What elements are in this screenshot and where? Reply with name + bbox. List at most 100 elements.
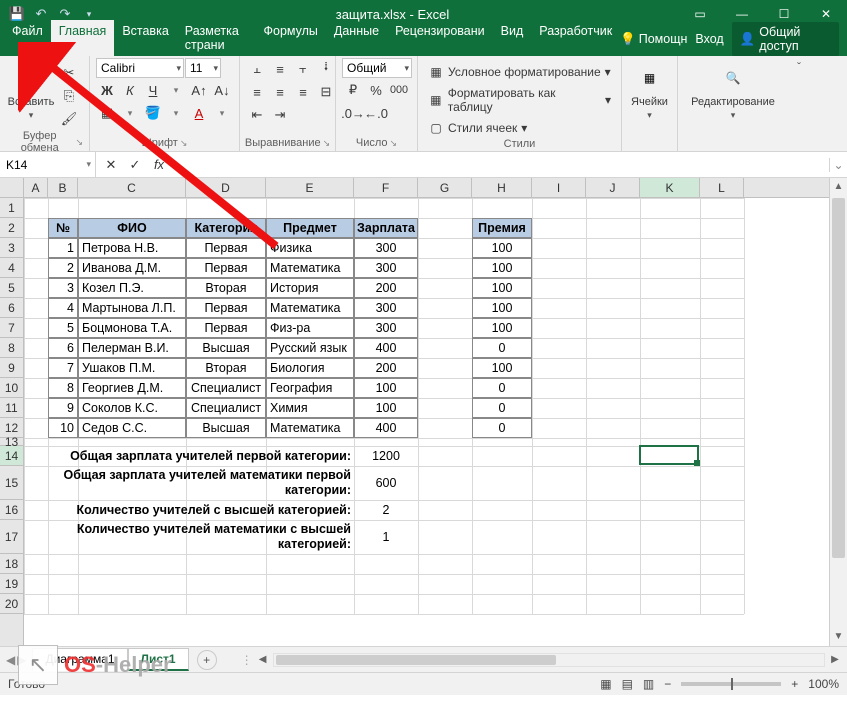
row-header-4[interactable]: 4 (0, 258, 23, 278)
align-middle-icon[interactable]: ≡ (269, 58, 291, 80)
cell-F3[interactable]: 300 (354, 238, 418, 258)
normal-view-icon[interactable]: ▦ (600, 677, 611, 691)
bold-icon[interactable]: Ж (96, 79, 118, 101)
cell-B12[interactable]: 10 (48, 418, 78, 438)
row-header-10[interactable]: 10 (0, 378, 23, 398)
tab-разработчик[interactable]: Разработчик (531, 20, 620, 56)
col-header-D[interactable]: D (186, 178, 266, 197)
cell-B11[interactable]: 9 (48, 398, 78, 418)
cell-B9[interactable]: 7 (48, 358, 78, 378)
cell-B6[interactable]: 4 (48, 298, 78, 318)
col-header-F[interactable]: F (354, 178, 418, 197)
cell-E4[interactable]: Математика (266, 258, 354, 278)
cell-C7[interactable]: Боцмонова Т.А. (78, 318, 186, 338)
row-header-1[interactable]: 1 (0, 198, 23, 218)
col-header-I[interactable]: I (532, 178, 586, 197)
cell-B7[interactable]: 5 (48, 318, 78, 338)
cell-B2[interactable]: № (48, 218, 78, 238)
cell-H4[interactable]: 100 (472, 258, 532, 278)
row-header-8[interactable]: 8 (0, 338, 23, 358)
cell-D11[interactable]: Специалист (186, 398, 266, 418)
cell-B4[interactable]: 2 (48, 258, 78, 278)
format-as-table-button[interactable]: ▦Форматировать как таблицу ▾ (424, 84, 615, 116)
vscroll-thumb[interactable] (832, 198, 845, 558)
cell-C4[interactable]: Иванова Д.М. (78, 258, 186, 278)
col-header-B[interactable]: B (48, 178, 78, 197)
cell-B10[interactable]: 8 (48, 378, 78, 398)
zoom-level[interactable]: 100% (808, 677, 839, 691)
col-header-A[interactable]: A (24, 178, 48, 197)
cell-D5[interactable]: Вторая (186, 278, 266, 298)
row-header-11[interactable]: 11 (0, 398, 23, 418)
page-layout-icon[interactable]: ▤ (622, 677, 633, 691)
italic-icon[interactable]: К (119, 79, 141, 101)
col-header-C[interactable]: C (78, 178, 186, 197)
row-header-9[interactable]: 9 (0, 358, 23, 378)
summary-label-17[interactable]: Количество учителей математики с высшей … (48, 520, 354, 554)
percent-icon[interactable]: % (365, 79, 387, 101)
align-top-icon[interactable]: ⫠ (246, 58, 268, 80)
cell-E3[interactable]: Физика (266, 238, 354, 258)
format-painter-icon[interactable]: 🖌 (58, 108, 80, 130)
fx-icon[interactable]: fx (148, 154, 170, 176)
row-header-13[interactable]: 13 (0, 438, 23, 446)
cell-C12[interactable]: Седов С.С. (78, 418, 186, 438)
align-bottom-icon[interactable]: ⫟ (292, 58, 314, 80)
cell-E7[interactable]: Физ-ра (266, 318, 354, 338)
increase-decimal-icon[interactable]: .0→ (342, 102, 364, 124)
cell-F8[interactable]: 400 (354, 338, 418, 358)
cell-B8[interactable]: 6 (48, 338, 78, 358)
cell-H12[interactable]: 0 (472, 418, 532, 438)
tab-вставка[interactable]: Вставка (114, 20, 176, 56)
comma-icon[interactable]: 000 (388, 79, 410, 101)
page-break-icon[interactable]: ▥ (643, 677, 654, 691)
wrap-merge-icon[interactable]: ⊟ (315, 81, 337, 103)
editing-button[interactable]: 🔍Редактирование▾ (684, 58, 782, 121)
decrease-font-icon[interactable]: A↓ (211, 79, 233, 101)
col-header-L[interactable]: L (700, 178, 744, 197)
col-header-J[interactable]: J (586, 178, 640, 197)
zoom-in-icon[interactable]: + (791, 677, 798, 691)
increase-font-icon[interactable]: A↑ (188, 79, 210, 101)
cell-F9[interactable]: 200 (354, 358, 418, 378)
col-header-H[interactable]: H (472, 178, 532, 197)
fill-color-icon[interactable]: 🪣 (142, 102, 164, 124)
sign-in[interactable]: Вход (695, 32, 723, 46)
cell-D7[interactable]: Первая (186, 318, 266, 338)
tab-формулы[interactable]: Формулы (255, 20, 325, 56)
cell-H7[interactable]: 100 (472, 318, 532, 338)
row-header-14[interactable]: 14 (0, 446, 23, 466)
cell-F7[interactable]: 300 (354, 318, 418, 338)
horizontal-scrollbar[interactable]: ⋮ ◀ ▶ (237, 653, 847, 667)
cell-F10[interactable]: 100 (354, 378, 418, 398)
summary-label-14[interactable]: Общая зарплата учителей первой категории… (48, 446, 354, 466)
col-header-G[interactable]: G (418, 178, 472, 197)
cell-F4[interactable]: 300 (354, 258, 418, 278)
align-center-icon[interactable]: ≡ (269, 81, 291, 103)
cell-E9[interactable]: Биология (266, 358, 354, 378)
cell-B3[interactable]: 1 (48, 238, 78, 258)
tab-файл[interactable]: Файл (4, 20, 51, 56)
decrease-decimal-icon[interactable]: ←.0 (365, 102, 387, 124)
row-header-6[interactable]: 6 (0, 298, 23, 318)
tab-данные[interactable]: Данные (326, 20, 387, 56)
cell-H11[interactable]: 0 (472, 398, 532, 418)
cell-E10[interactable]: География (266, 378, 354, 398)
worksheet-grid[interactable]: ABCDEFGHIJKL 123456789101112131415161718… (0, 178, 847, 646)
cell-D3[interactable]: Первая (186, 238, 266, 258)
zoom-slider[interactable] (681, 682, 781, 686)
row-header-18[interactable]: 18 (0, 554, 23, 574)
row-header-3[interactable]: 3 (0, 238, 23, 258)
font-color-icon[interactable]: А (188, 102, 210, 124)
zoom-out-icon[interactable]: − (664, 677, 671, 691)
hscroll-thumb[interactable] (276, 655, 556, 665)
font-size-select[interactable]: 11 (185, 58, 221, 78)
decrease-indent-icon[interactable]: ⇤ (246, 104, 268, 126)
cell-H5[interactable]: 100 (472, 278, 532, 298)
scroll-left-icon[interactable]: ◀ (255, 654, 271, 665)
collapse-ribbon-icon[interactable]: ˇ (788, 56, 810, 151)
cell-H10[interactable]: 0 (472, 378, 532, 398)
cell-D6[interactable]: Первая (186, 298, 266, 318)
cell-E12[interactable]: Математика (266, 418, 354, 438)
increase-indent-icon[interactable]: ⇥ (269, 104, 291, 126)
